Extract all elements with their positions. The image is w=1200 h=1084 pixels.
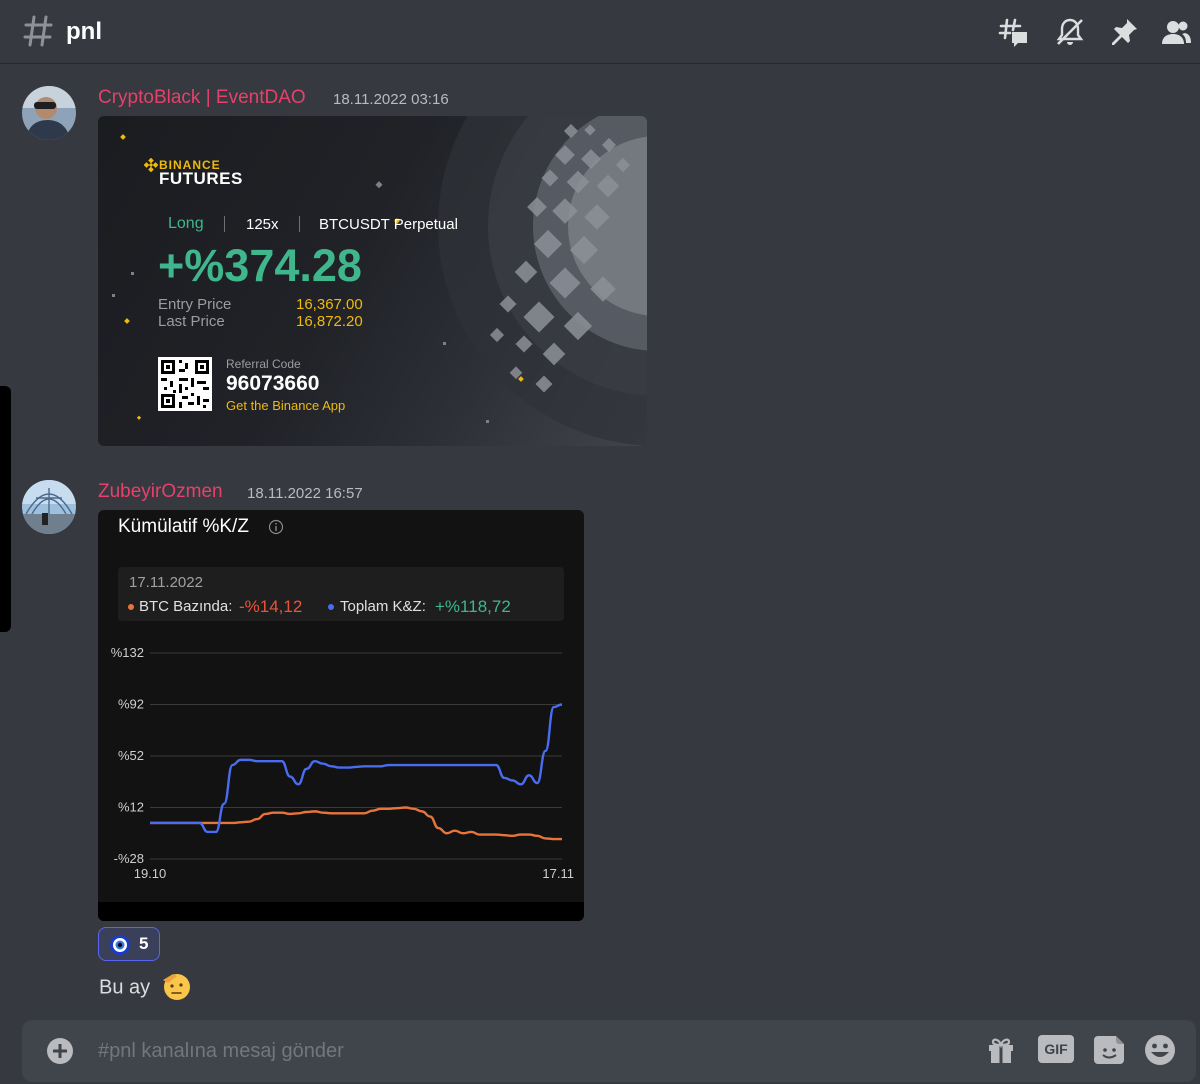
- position-leverage: 125x: [246, 216, 279, 233]
- y-tick-label: %52: [118, 748, 144, 763]
- message-text: Bu ay: [99, 974, 192, 1002]
- avatar[interactable]: [22, 480, 76, 534]
- hashtag-icon: [23, 15, 53, 47]
- side-panel-edge: [0, 386, 11, 632]
- get-app-link: Get the Binance App: [226, 398, 346, 413]
- message-author[interactable]: CryptoBlack | EventDAO: [98, 87, 306, 109]
- add-attachment-icon[interactable]: [46, 1037, 74, 1065]
- message-text-content: Bu ay: [99, 976, 151, 999]
- y-tick-label: -%28: [114, 851, 144, 866]
- nazar-amulet-icon: [110, 935, 130, 955]
- line-chart: %132 %92 %52 %12 -%2819.10 17.11: [111, 645, 574, 881]
- pnl-card-image[interactable]: BINANCE FUTURES Long 125x BTCUSDT Perpet…: [98, 116, 647, 446]
- position-roi: +%374.28: [158, 240, 362, 291]
- message-composer: GIF: [22, 1020, 1196, 1082]
- message-timestamp: 18.11.2022 16:57: [247, 485, 363, 502]
- emoji-icon[interactable]: [1143, 1033, 1177, 1067]
- channel-name: pnl: [66, 18, 102, 45]
- last-price-value: 16,872.20: [296, 313, 363, 330]
- chart-screenshot[interactable]: Kümülatif %K/Z 17.11.2022 BTC Bazında: -…: [98, 510, 584, 921]
- x-tick-label: 19.10: [134, 866, 167, 881]
- position-side: Long: [168, 215, 204, 232]
- entry-price-value: 16,367.00: [296, 296, 363, 313]
- threads-icon[interactable]: [998, 16, 1030, 48]
- reaction-count: 5: [139, 934, 149, 953]
- y-tick-label: %12: [118, 800, 144, 815]
- message-timestamp: 18.11.2022 03:16: [333, 91, 449, 108]
- qr-code-icon: [158, 357, 212, 411]
- referral-code: 96073660: [226, 372, 320, 395]
- binance-logo-icon: [144, 158, 158, 172]
- series-line-btc: [150, 806, 562, 841]
- y-tick-label: %132: [111, 645, 144, 660]
- saluting-face-icon: [162, 974, 190, 1000]
- pin-icon[interactable]: [1108, 16, 1140, 48]
- divider: [299, 216, 300, 232]
- entry-price-label: Entry Price: [158, 296, 232, 313]
- divider: [224, 216, 225, 232]
- avatar[interactable]: [22, 86, 76, 140]
- channel-header: pnl: [0, 0, 1200, 64]
- referral-label: Referral Code: [226, 357, 301, 371]
- gif-icon[interactable]: GIF: [1038, 1035, 1074, 1063]
- card-brand-bottom: FUTURES: [159, 169, 243, 188]
- reaction-button[interactable]: 5: [98, 927, 160, 961]
- message-input[interactable]: [98, 1034, 898, 1068]
- sticker-icon[interactable]: [1093, 1033, 1127, 1067]
- last-price-label: Last Price: [158, 313, 225, 330]
- bell-muted-icon[interactable]: [1054, 16, 1086, 48]
- position-pair: BTCUSDT Perpetual: [319, 216, 458, 233]
- members-icon[interactable]: [1160, 16, 1192, 48]
- message-author[interactable]: ZubeyirOzmen: [98, 481, 223, 503]
- gift-icon[interactable]: [984, 1033, 1018, 1067]
- chart-footer-bar: [98, 902, 584, 921]
- y-tick-label: %92: [118, 697, 144, 712]
- x-tick-label: 17.11: [542, 866, 574, 881]
